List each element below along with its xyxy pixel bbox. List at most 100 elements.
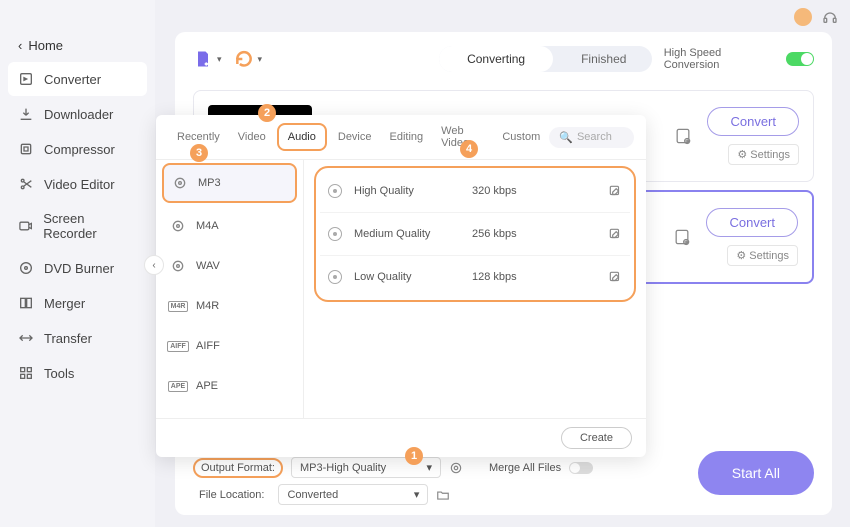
convert-button[interactable]: Convert: [706, 208, 798, 237]
avatar[interactable]: [794, 8, 812, 26]
format-wav[interactable]: WAV: [156, 246, 303, 286]
output-format-label: Output Format:: [193, 458, 283, 478]
disc-icon: [172, 175, 188, 191]
merge-icon: [18, 295, 34, 311]
format-aiff[interactable]: AIFF AIFF: [156, 326, 303, 366]
step-badge-3: 3: [190, 144, 208, 162]
segment-finished[interactable]: Finished: [553, 46, 652, 72]
disc-icon: [170, 258, 186, 274]
sidebar-label: DVD Burner: [44, 261, 114, 276]
search-input[interactable]: 🔍 Search: [549, 127, 634, 148]
support-icon[interactable]: [822, 9, 838, 25]
search-placeholder: Search: [577, 131, 612, 143]
tab-editing[interactable]: Editing: [381, 121, 433, 153]
sidebar-item-downloader[interactable]: Downloader: [8, 97, 147, 131]
format-label: M4R: [196, 300, 219, 312]
chevron-down-icon: ▾: [426, 461, 432, 474]
quality-high[interactable]: High Quality 320 kbps: [320, 170, 630, 213]
tab-device[interactable]: Device: [329, 121, 381, 153]
sidebar-item-compressor[interactable]: Compressor: [8, 132, 147, 166]
start-all-button[interactable]: Start All: [698, 451, 814, 495]
transfer-icon: [18, 330, 34, 346]
quality-low[interactable]: Low Quality 128 kbps: [320, 256, 630, 298]
grid-icon: [18, 365, 34, 381]
compressor-icon: [18, 141, 34, 157]
sidebar-label: Screen Recorder: [43, 211, 137, 241]
file-location-value: Converted: [287, 489, 338, 501]
file-location-label: File Location:: [193, 487, 270, 503]
merge-label: Merge All Files: [489, 462, 561, 474]
edit-icon[interactable]: [608, 227, 622, 241]
output-format-icon[interactable]: [672, 227, 692, 247]
segment-converting[interactable]: Converting: [439, 46, 553, 72]
tab-custom[interactable]: Custom: [493, 121, 549, 153]
tab-audio[interactable]: Audio: [277, 123, 327, 151]
settings-link[interactable]: ⚙ Settings: [727, 245, 798, 266]
format-m4a[interactable]: M4A: [156, 206, 303, 246]
disc-icon: [18, 260, 34, 276]
sidebar-label: Merger: [44, 296, 85, 311]
refresh-icon: [234, 49, 254, 69]
status-segment: Converting Finished: [439, 46, 652, 72]
download-icon: [18, 106, 34, 122]
home-link[interactable]: ‹ Home: [0, 30, 155, 61]
sidebar-item-video-editor[interactable]: Video Editor: [8, 167, 147, 201]
collapse-sidebar-button[interactable]: ‹: [144, 255, 164, 275]
step-badge-2: 2: [258, 104, 276, 122]
add-file-button[interactable]: ▾: [193, 49, 222, 69]
format-ape[interactable]: APE APE: [156, 366, 303, 406]
sidebar-item-screen-recorder[interactable]: Screen Recorder: [8, 202, 147, 250]
aiff-icon: AIFF: [170, 338, 186, 354]
edit-icon[interactable]: [608, 270, 622, 284]
format-m4r[interactable]: M4R M4R: [156, 286, 303, 326]
sidebar-label: Tools: [44, 366, 74, 381]
quality-bitrate: 256 kbps: [472, 228, 608, 240]
open-folder-icon[interactable]: [436, 488, 450, 502]
m4r-icon: M4R: [170, 298, 186, 314]
format-label: MP3: [198, 177, 221, 189]
sidebar-item-tools[interactable]: Tools: [8, 356, 147, 390]
search-icon: 🔍: [559, 131, 573, 144]
sidebar-label: Transfer: [44, 331, 92, 346]
quality-name: High Quality: [354, 185, 472, 197]
step-badge-4: 4: [460, 140, 478, 158]
quality-bitrate: 128 kbps: [472, 271, 608, 283]
scissors-icon: [18, 176, 34, 192]
format-list: MP3 M4A WAV M4R M4R AIFF AIFF APE APE: [156, 160, 304, 418]
chevron-down-icon: ▾: [217, 54, 222, 65]
speed-toggle[interactable]: [786, 52, 814, 66]
quality-name: Low Quality: [354, 271, 472, 283]
step-badge-1: 1: [405, 447, 423, 465]
tab-video[interactable]: Video: [229, 121, 275, 153]
edit-icon[interactable]: [608, 184, 622, 198]
format-flac[interactable]: FLAC FLAC: [156, 406, 303, 418]
sidebar: ‹ Home Converter Downloader Compressor V…: [0, 0, 155, 527]
speed-label: High Speed Conversion: [664, 47, 779, 71]
sidebar-item-transfer[interactable]: Transfer: [8, 321, 147, 355]
convert-button[interactable]: Convert: [707, 107, 799, 136]
format-mp3[interactable]: MP3: [162, 163, 297, 203]
sidebar-item-merger[interactable]: Merger: [8, 286, 147, 320]
disc-icon: [170, 218, 186, 234]
settings-label: Settings: [750, 149, 790, 161]
format-settings-icon[interactable]: [449, 461, 463, 475]
quality-bitrate: 320 kbps: [472, 185, 608, 197]
sidebar-label: Video Editor: [44, 177, 115, 192]
gear-icon: ⚙: [736, 249, 746, 262]
chevron-down-icon: ▾: [258, 54, 263, 65]
format-label: WAV: [196, 260, 220, 272]
refresh-button[interactable]: ▾: [234, 49, 263, 69]
file-location-select[interactable]: Converted ▾: [278, 484, 428, 505]
create-button[interactable]: Create: [561, 427, 632, 449]
chevron-left-icon: ‹: [18, 38, 22, 53]
merge-toggle[interactable]: [569, 462, 593, 474]
radio-icon: [328, 184, 342, 198]
format-label: M4A: [196, 220, 219, 232]
output-format-icon[interactable]: [673, 126, 693, 146]
quality-medium[interactable]: Medium Quality 256 kbps: [320, 213, 630, 256]
settings-link[interactable]: ⚙ Settings: [728, 144, 799, 165]
format-label: APE: [196, 380, 218, 392]
sidebar-item-converter[interactable]: Converter: [8, 62, 147, 96]
file-add-icon: [193, 49, 213, 69]
sidebar-item-dvd-burner[interactable]: DVD Burner: [8, 251, 147, 285]
